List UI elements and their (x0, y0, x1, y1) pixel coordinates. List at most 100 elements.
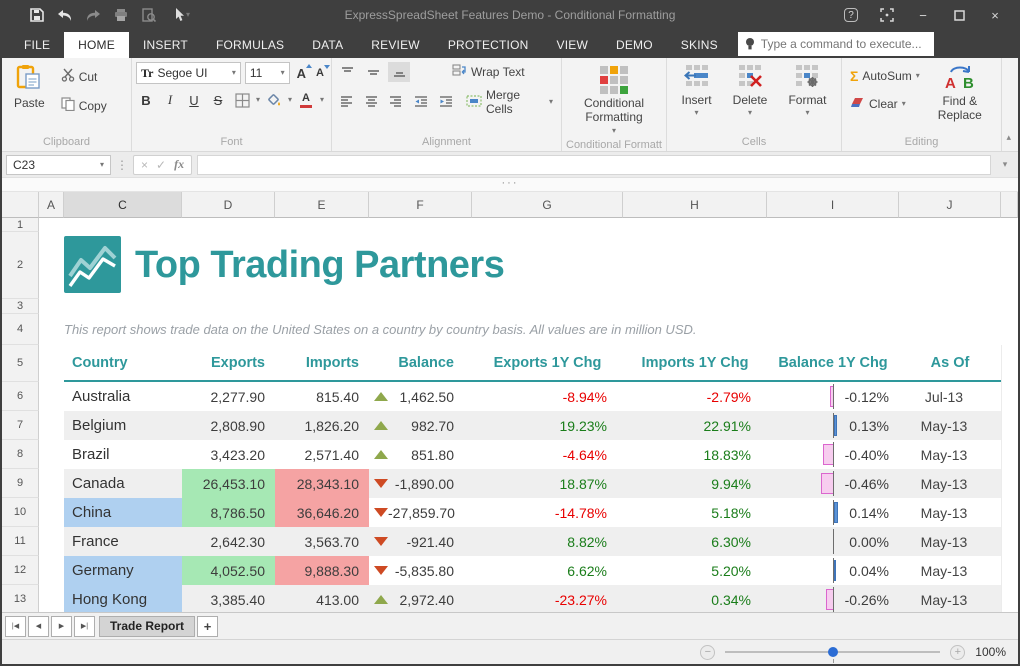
cell-asof[interactable]: May-13 (899, 469, 1001, 498)
font-name-combo[interactable]: Tr Segoe UI ▾ (136, 62, 241, 84)
paste-button[interactable]: Paste (6, 62, 51, 116)
cell-country[interactable]: Brazil (64, 440, 182, 469)
increase-indent-button[interactable] (435, 92, 456, 112)
help-button[interactable]: ? (836, 5, 866, 25)
cell-asof[interactable]: May-13 (899, 411, 1001, 440)
cell-country[interactable]: France (64, 527, 182, 556)
cell-exports[interactable]: 2,808.90 (182, 411, 275, 440)
cell[interactable] (39, 527, 64, 556)
add-sheet-button[interactable]: + (197, 616, 218, 637)
bold-button[interactable]: B (136, 90, 156, 110)
sheet-tab-trade-report[interactable]: Trade Report (99, 616, 195, 637)
col-header-H[interactable]: H (623, 192, 767, 218)
tab-demo[interactable]: DEMO (602, 32, 667, 58)
row-header[interactable]: 12 (2, 556, 39, 585)
header-imports[interactable]: Imports (275, 345, 369, 380)
align-right-button[interactable] (386, 92, 407, 112)
decrease-indent-button[interactable] (410, 92, 431, 112)
col-header-I[interactable]: I (767, 192, 899, 218)
insert-function-icon[interactable]: fx (174, 157, 184, 172)
cell-balance[interactable]: -1,890.00 (369, 469, 472, 498)
cell[interactable] (1001, 469, 1018, 498)
cell[interactable] (1001, 440, 1018, 469)
cell[interactable] (1001, 527, 1018, 556)
cell-balance[interactable]: 2,972.40 (369, 585, 472, 612)
header-country[interactable]: Country (64, 345, 182, 380)
cell-exports-chg[interactable]: -4.64% (472, 440, 623, 469)
cell[interactable]: Top Trading Partners (39, 232, 1018, 299)
cell-imports[interactable]: 413.00 (275, 585, 369, 612)
cell[interactable] (39, 556, 64, 585)
tab-data[interactable]: DATA (298, 32, 357, 58)
wrap-text-button[interactable]: Wrap Text (448, 62, 529, 82)
cell-exports[interactable]: 3,385.40 (182, 585, 275, 612)
cell-imports[interactable]: 36,646.20 (275, 498, 369, 527)
cell-asof[interactable]: May-13 (899, 527, 1001, 556)
col-header-C[interactable]: C (64, 192, 182, 218)
cell-asof[interactable]: May-13 (899, 440, 1001, 469)
tab-file[interactable]: FILE (10, 32, 64, 58)
cell-exports-chg[interactable]: -23.27% (472, 585, 623, 612)
cell-country[interactable]: China (64, 498, 182, 527)
row-header[interactable]: 3 (2, 299, 39, 314)
formula-bar-expand-icon[interactable]: ▾ (996, 159, 1014, 170)
save-icon[interactable] (28, 6, 46, 24)
cell[interactable] (1001, 498, 1018, 527)
cell-imports[interactable]: 3,563.70 (275, 527, 369, 556)
cell-balance-chg[interactable]: 0.00% (767, 527, 899, 556)
cell-imports-chg[interactable]: 5.18% (623, 498, 767, 527)
align-top-button[interactable] (336, 62, 358, 82)
previous-sheet-icon[interactable]: ◀ (28, 616, 49, 637)
cell[interactable] (39, 382, 64, 411)
cell-imports-chg[interactable]: 18.83% (623, 440, 767, 469)
format-button[interactable]: Format ▾ (782, 62, 832, 119)
print-preview-icon[interactable] (140, 6, 158, 24)
merge-cells-button[interactable]: Merge Cells ▾ (462, 86, 557, 118)
cell-exports-chg[interactable]: 19.23% (472, 411, 623, 440)
borders-button[interactable] (232, 90, 252, 110)
print-icon[interactable] (112, 6, 130, 24)
delete-button[interactable]: Delete ▾ (727, 62, 774, 119)
tab-home[interactable]: HOME (64, 32, 129, 58)
cell-country[interactable]: Australia (64, 382, 182, 411)
command-search-box[interactable]: Type a command to execute... (738, 32, 934, 56)
clear-button[interactable]: Clear ▾ (846, 95, 924, 113)
cell-exports[interactable]: 2,642.30 (182, 527, 275, 556)
row-header[interactable]: 8 (2, 440, 39, 469)
header-exports[interactable]: Exports (182, 345, 275, 380)
row-header[interactable]: 7 (2, 411, 39, 440)
cell[interactable] (39, 411, 64, 440)
autosum-button[interactable]: Σ AutoSum ▾ (846, 66, 924, 86)
dropdown-caret-icon[interactable]: ▾ (256, 96, 260, 104)
cell-exports-chg[interactable]: 8.82% (472, 527, 623, 556)
cell-country[interactable]: Belgium (64, 411, 182, 440)
cell-balance[interactable]: 982.70 (369, 411, 472, 440)
row-header[interactable]: 9 (2, 469, 39, 498)
header-imports-chg[interactable]: Imports 1Y Chg (623, 345, 767, 380)
cell[interactable] (1001, 585, 1018, 612)
cell-country[interactable]: Germany (64, 556, 182, 585)
redo-icon[interactable] (84, 6, 102, 24)
cell-imports-chg[interactable]: 5.20% (623, 556, 767, 585)
header-exports-chg[interactable]: Exports 1Y Chg (472, 345, 623, 380)
first-sheet-icon[interactable]: |◀ (5, 616, 26, 637)
undo-icon[interactable] (56, 6, 74, 24)
dropdown-caret-icon[interactable]: ▾ (288, 96, 292, 104)
fill-color-button[interactable] (264, 90, 284, 110)
cell[interactable] (1001, 345, 1018, 382)
cell-imports-chg[interactable]: -2.79% (623, 382, 767, 411)
italic-button[interactable]: I (160, 90, 180, 110)
row-header[interactable]: 2 (2, 232, 39, 299)
cell-country[interactable]: Hong Kong (64, 585, 182, 612)
cell[interactable] (39, 469, 64, 498)
cell-imports[interactable]: 9,888.30 (275, 556, 369, 585)
align-middle-button[interactable] (362, 62, 384, 82)
confirm-entry-icon[interactable]: ✓ (156, 158, 166, 172)
align-bottom-button[interactable] (388, 62, 410, 82)
collapse-ribbon-icon[interactable]: ▴ (1006, 132, 1011, 143)
strikethrough-button[interactable]: S (208, 90, 228, 110)
row-header[interactable]: 5 (2, 345, 39, 382)
cell[interactable] (39, 440, 64, 469)
align-center-button[interactable] (361, 92, 382, 112)
tab-formulas[interactable]: FORMULAS (202, 32, 298, 58)
